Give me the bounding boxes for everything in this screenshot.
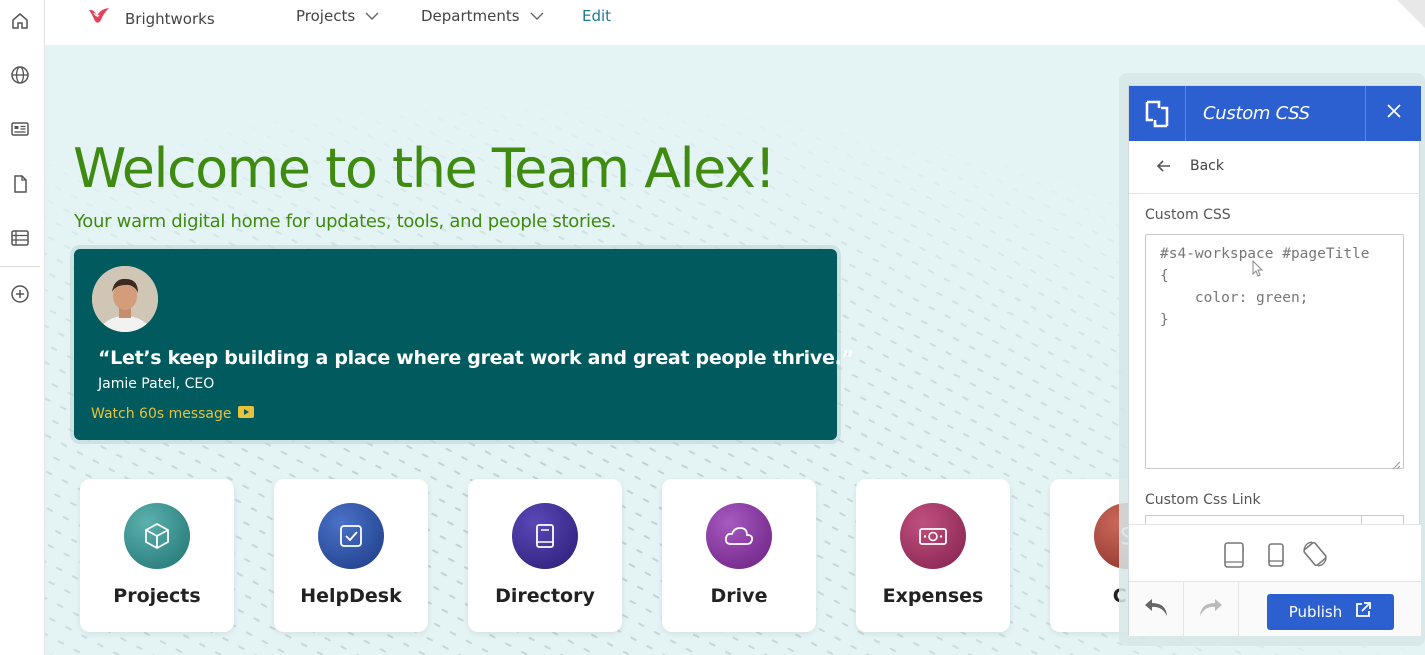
- watch-message-link[interactable]: Watch 60s message: [91, 406, 254, 422]
- tile-expenses[interactable]: Expenses: [856, 479, 1010, 632]
- publish-label: Publish: [1288, 603, 1343, 621]
- tile-label: Directory: [495, 585, 595, 607]
- edit-link[interactable]: Edit: [582, 7, 611, 25]
- redo-button[interactable]: [1184, 582, 1239, 636]
- tile-directory[interactable]: Directory: [468, 479, 622, 632]
- custom-css-editor[interactable]: #s4-workspace #pageTitle { color: green;…: [1145, 234, 1404, 469]
- cloud-icon: [706, 503, 772, 569]
- mouse-cursor-icon: [1252, 259, 1264, 283]
- custom-css-panel: Custom CSS Back Custom CSS #s4-workspace…: [1128, 85, 1421, 636]
- back-button[interactable]: Back: [1129, 141, 1421, 194]
- tile-label: Drive: [710, 585, 768, 607]
- close-icon: [1386, 104, 1401, 123]
- tile-drive[interactable]: Drive: [662, 479, 816, 632]
- external-link-icon: [1354, 601, 1372, 623]
- tile-projects[interactable]: Projects: [80, 479, 234, 632]
- cash-icon: [900, 503, 966, 569]
- nav-departments-label: Departments: [421, 7, 520, 25]
- ceo-quote-card: “Let’s keep building a place where great…: [74, 249, 854, 440]
- panel-footer: Publish: [1129, 581, 1421, 636]
- page-subtitle: Your warm digital home for updates, tool…: [74, 211, 617, 232]
- home-icon[interactable]: [8, 9, 32, 33]
- box-icon: [124, 503, 190, 569]
- chevron-down-icon: [365, 7, 379, 25]
- tile-label: HelpDesk: [300, 585, 402, 607]
- panel-header: Custom CSS: [1129, 86, 1421, 141]
- close-button[interactable]: [1365, 86, 1421, 141]
- publish-button[interactable]: Publish: [1267, 594, 1394, 630]
- brand-logo-icon: [87, 6, 111, 31]
- redo-icon: [1197, 596, 1225, 623]
- brand[interactable]: Brightworks: [87, 6, 215, 31]
- tile-label: Projects: [113, 585, 201, 607]
- nav-projects-label: Projects: [296, 7, 356, 25]
- tablet-icon[interactable]: [1223, 542, 1245, 573]
- brand-name: Brightworks: [125, 9, 215, 28]
- quote-author: Jamie Patel, CEO: [98, 376, 215, 392]
- tile-label: Expenses: [882, 585, 984, 607]
- panel-title: Custom CSS: [1203, 103, 1310, 124]
- nav-departments[interactable]: Departments: [421, 7, 544, 25]
- arrow-left-icon: [1156, 159, 1171, 177]
- undo-icon: [1142, 596, 1170, 623]
- custom-css-link-label: Custom Css Link: [1145, 492, 1261, 508]
- video-play-icon: [237, 406, 254, 422]
- rotate-icon[interactable]: [1301, 540, 1329, 573]
- news-icon[interactable]: [8, 117, 32, 141]
- list-icon[interactable]: [8, 226, 32, 250]
- undo-button[interactable]: [1129, 582, 1184, 636]
- tile-helpdesk[interactable]: HelpDesk: [274, 479, 428, 632]
- panel-logo-icon: [1129, 86, 1186, 141]
- custom-css-label: Custom CSS: [1145, 207, 1231, 223]
- watch-message-label: Watch 60s message: [91, 406, 232, 422]
- back-label: Back: [1190, 158, 1224, 174]
- book-icon: [512, 503, 578, 569]
- add-icon[interactable]: [8, 282, 32, 306]
- corner-fold: [1385, 0, 1425, 40]
- chevron-down-icon: [530, 7, 544, 25]
- globe-icon[interactable]: [8, 63, 32, 87]
- checkbox-icon: [318, 503, 384, 569]
- rail-divider: [0, 266, 40, 267]
- nav-projects[interactable]: Projects: [296, 7, 379, 25]
- left-rail: [0, 0, 45, 655]
- mobile-icon[interactable]: [1267, 542, 1285, 573]
- page-icon[interactable]: [8, 172, 32, 196]
- top-nav: Brightworks Projects Departments Edit: [45, 0, 1425, 45]
- page-title: Welcome to the Team Alex!: [73, 137, 776, 200]
- device-preview-bar: [1129, 524, 1421, 581]
- avatar: [92, 266, 158, 332]
- quote-text: “Let’s keep building a place where great…: [98, 347, 854, 369]
